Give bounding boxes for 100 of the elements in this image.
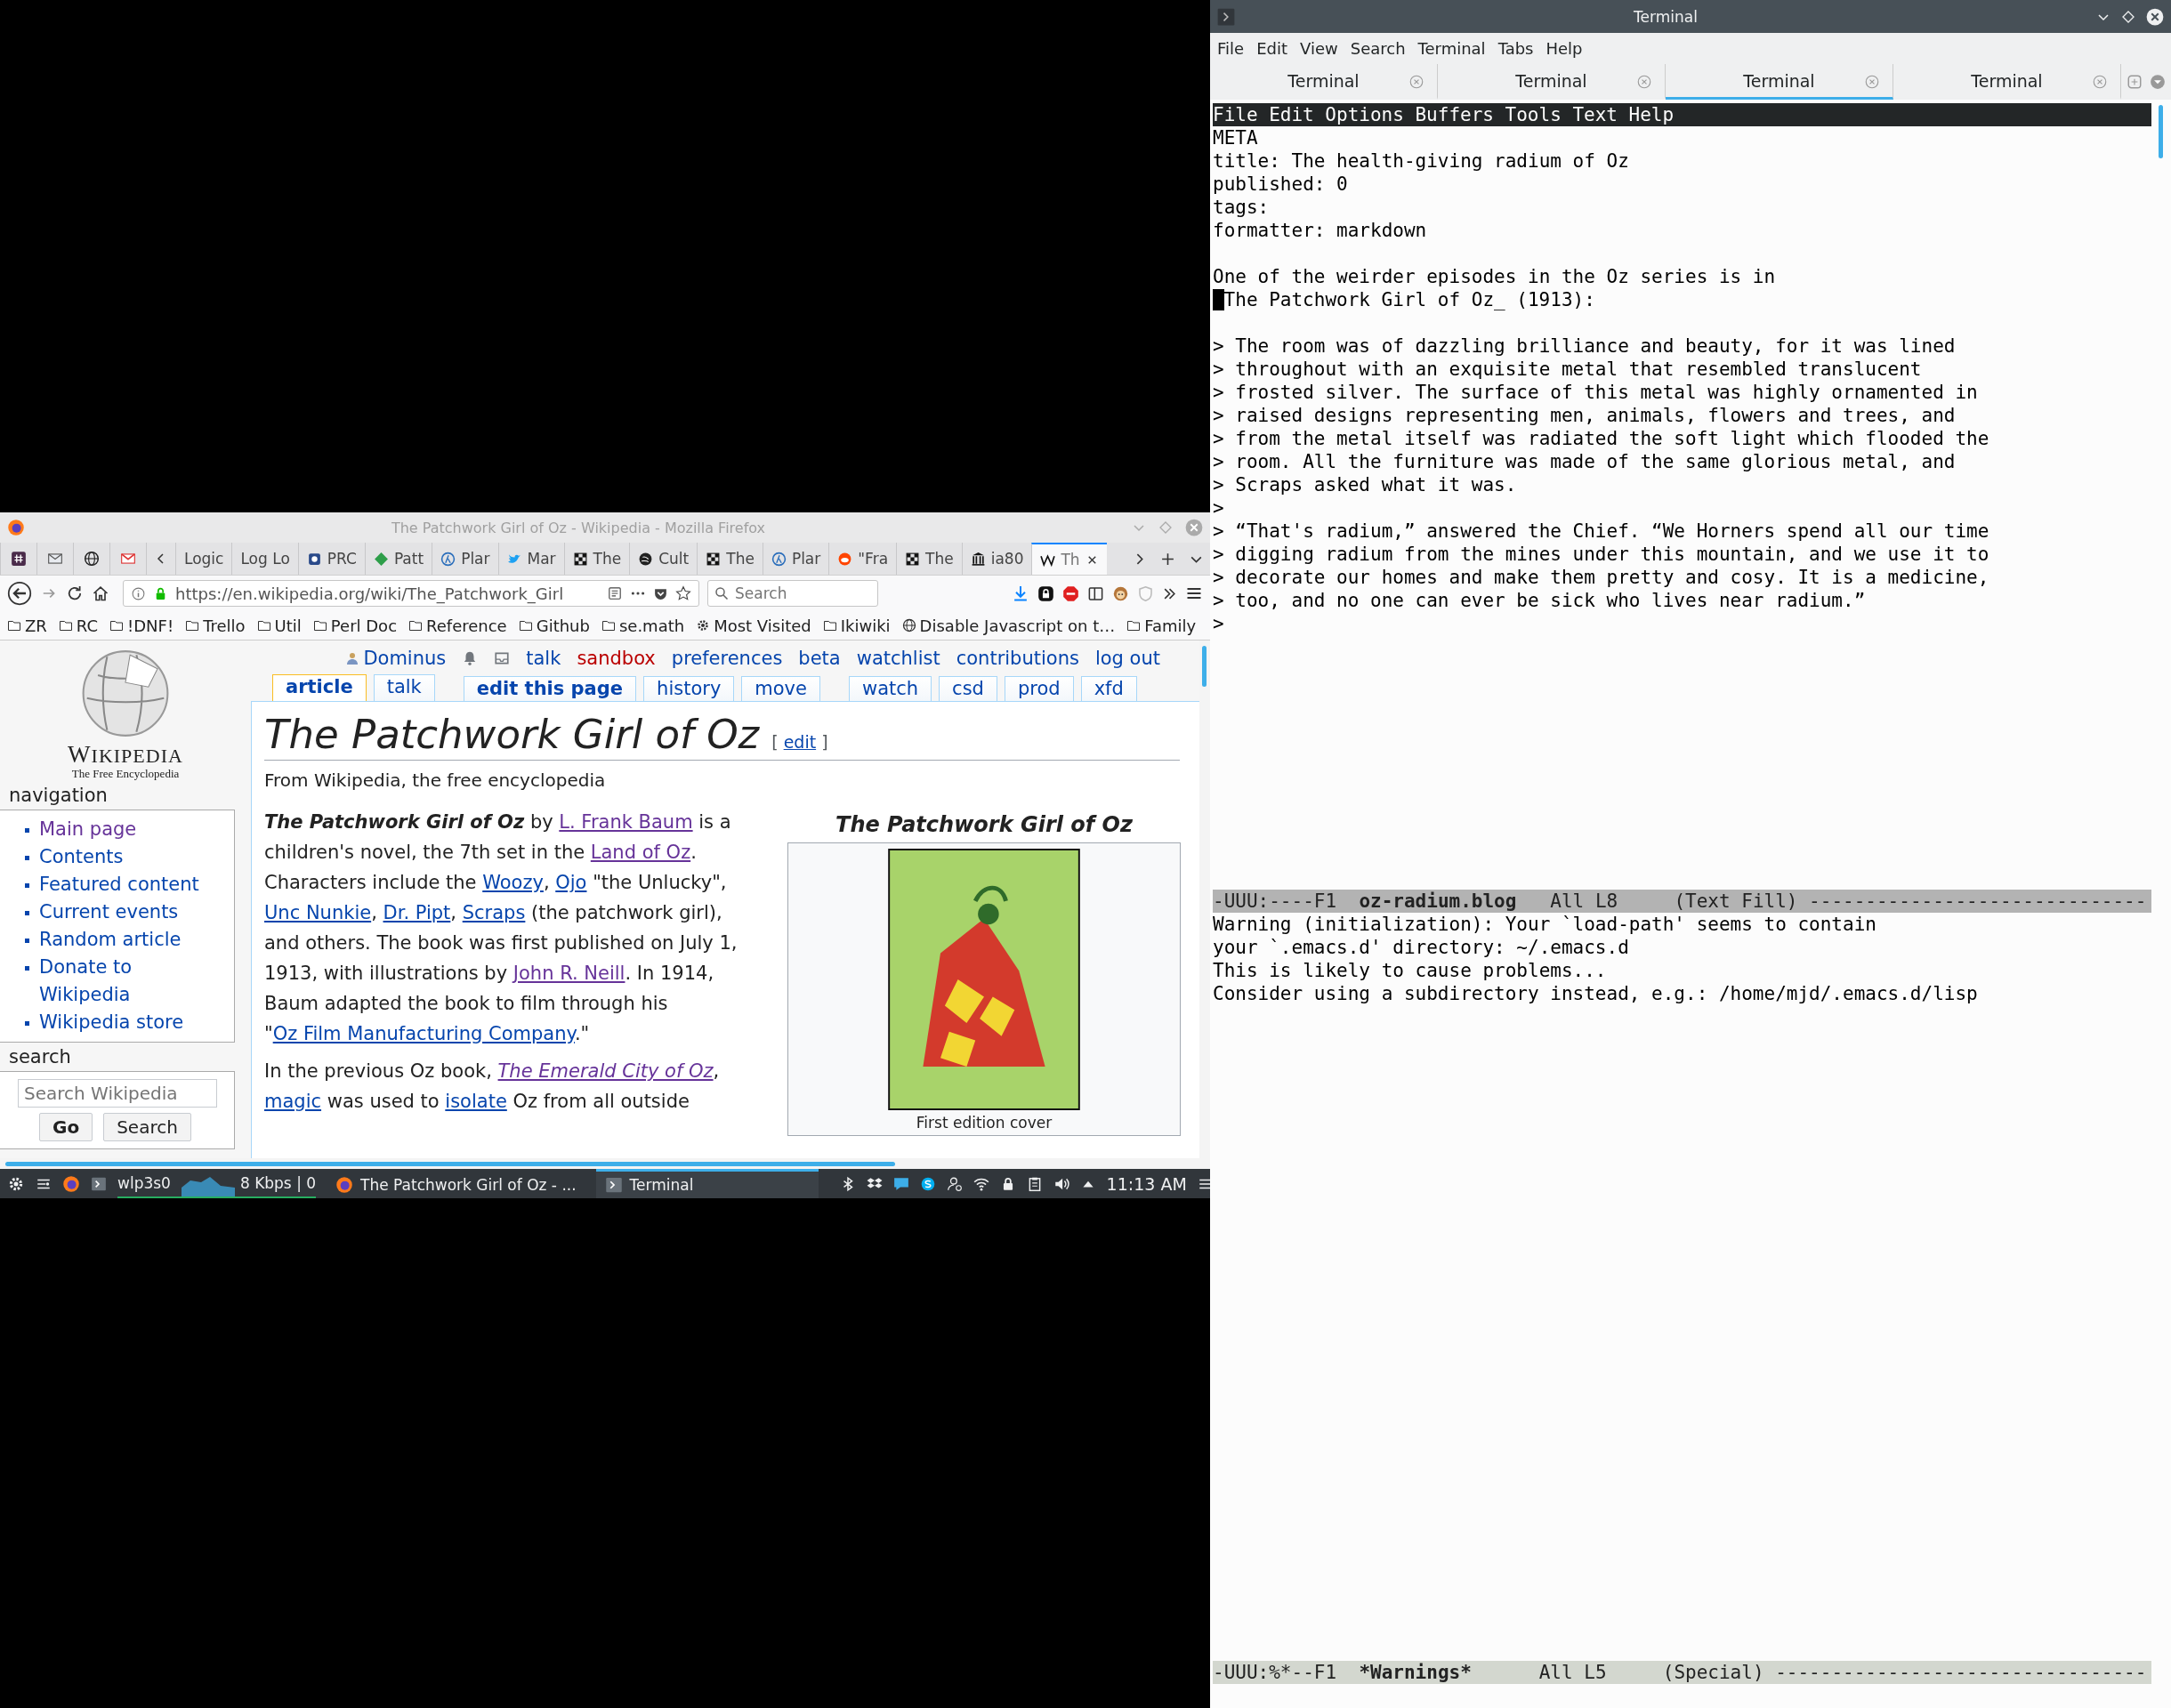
menu-item[interactable]: Help [1628,103,1675,126]
link[interactable]: sandbox [577,648,656,669]
edit-bracket: [ [771,732,779,752]
link[interactable]: The Emerald City of Oz [497,1060,714,1082]
text-line: > Scraps asked what it was. [1213,473,1518,496]
menu-item[interactable]: Buffers [1415,103,1494,126]
search-button[interactable]: Search [103,1113,191,1141]
link[interactable]: John R. Neill [512,963,625,984]
link[interactable]: magic [264,1091,322,1112]
go-button[interactable]: Go [39,1113,93,1141]
link[interactable]: isolate [445,1091,507,1112]
menu-item[interactable]: Tools [1505,103,1562,126]
page-subtitle: From Wikipedia, the free encyclopedia [264,769,607,791]
menu-item[interactable]: Help [1546,39,1583,58]
link[interactable]: Dr. Pipt [383,902,451,923]
page-tab[interactable]: talk [373,674,435,701]
link[interactable]: contributions [956,648,1079,669]
page-tab[interactable]: move [741,676,820,701]
paragraph: The Patchwork Girl of Oz by L. Frank Baum is a children's novel, the 7th set in the Land of Oz. Characters include the Woozy, Ojo "the Unlucky", Unc Nunkie, Dr. Pipt, Scraps (the patchwork girl), and others. The book was first published on July 1, 1913, with illustrations by John R. Neill. In 1914, Baum adapted the book to film through his "Oz Film Manufacturing Company." [264,810,738,1046]
page-tab[interactable]: watch [848,676,932,701]
clock[interactable]: 11:13 AM [1106,1173,1187,1194]
link[interactable]: Ojo [555,872,587,893]
bookmark[interactable]: Disable Javascript on t… [901,616,1116,635]
text-line: > frosted silver. The surface of this metal was highly ornamented in [1213,381,1979,404]
network-interface-label: wlp3s0 [117,1173,171,1192]
link[interactable]: Unc Nunkie [264,902,372,923]
text-line: Consider using a subdirectory instead, e.g.: /home/mjd/.emacs.d/lisp [1213,982,1979,1005]
link[interactable]: log out [1094,648,1160,669]
bookmark[interactable]: Ikiwiki [822,616,891,635]
text-line: This is likely to cause problems... [1213,959,1608,982]
text-line: > too, and no one can ever be sick who lives near radium.” [1213,589,1867,612]
menu-item[interactable]: View [1300,39,1338,58]
edit-bracket: ] [821,732,828,752]
menu-item[interactable]: Edit [1256,39,1287,58]
bookmark[interactable]: Most Visited [696,616,811,635]
bookmark[interactable]: Trello [185,616,246,635]
link[interactable]: preferences [671,648,783,669]
page-tab[interactable]: csd [939,676,997,701]
menu-item[interactable]: Search [1350,39,1406,58]
link[interactable]: Scraps [462,902,526,923]
sidebar-link[interactable]: Main page [9,816,137,843]
page-tab[interactable]: prod [1004,676,1074,701]
taskbar-task[interactable]: Terminal [595,1169,819,1198]
text-line: > decorate our homes and make them pretty and cosy. It is a medicine, [1213,566,1990,589]
bookmark[interactable]: ZR [7,616,47,635]
page-tab[interactable]: edit this page [463,676,637,701]
search-field[interactable]: Search Wikipedia [18,1079,217,1108]
menu-item[interactable]: File [1213,103,1258,126]
sidebar-link[interactable]: Random article [9,926,182,954]
bookmark[interactable]: Reference [408,616,507,635]
menu-item[interactable]: Edit [1269,103,1314,126]
bookmark[interactable]: Perl Doc [312,616,398,635]
link[interactable]: Land of Oz [590,842,691,863]
text-line: One of the weirder episodes in the Oz series is in [1213,265,1777,288]
link[interactable]: L. Frank Baum [559,811,693,833]
text-line: > The room was of dazzling brilliance and beauty, for it was lined [1213,334,1957,358]
text-line: > from the metal itself was radiated the soft light which flooded the [1213,427,1990,450]
bookmark[interactable]: !DNF! [109,616,174,635]
paragraph: In the previous Oz book, The Emerald City of Oz, magic was used to isolate Oz from all outside [264,1059,721,1114]
text-line: Warning (initialization): Your `load-path' seems to contain [1213,913,1877,936]
edit-link[interactable]: edit [783,732,817,752]
menu-item[interactable]: Text [1572,103,1618,126]
wordmark: WIKIPEDIA [68,743,183,767]
bookmark[interactable]: Github [518,616,590,635]
menu-item[interactable]: Tabs [1497,39,1534,58]
text-line: > [1213,612,1225,635]
text-line: > [1213,496,1225,520]
text-line: > “That's radium,” answered the Chief. “We Horners spend all our time [1213,520,1990,543]
link[interactable]: beta [798,648,841,669]
bookmark[interactable]: Util [256,616,302,635]
menu-item[interactable]: Options [1325,103,1404,126]
user-link[interactable]: Dominus [363,648,447,669]
menu-item[interactable]: File [1217,39,1245,58]
sidebar-link[interactable]: Current events [9,898,179,926]
link[interactable]: Oz Film Manufacturing Company [272,1023,575,1044]
page-tab[interactable]: history [643,676,735,701]
bookmark[interactable]: Family [1126,616,1197,635]
address-field[interactable]: https://en.wikipedia.org/wiki/The_Patchwork_Girl [123,580,699,607]
bookmark[interactable]: RC [58,616,99,635]
browser-tab[interactable]: Th [1031,543,1107,575]
bookmark[interactable]: se.math [601,616,685,635]
text-line: formatter: markdown [1213,219,1428,242]
sidebar-link[interactable]: Featured content [9,871,199,898]
text-line: > digging radium from the mines under this mountain, and we use it to [1213,543,1990,566]
image-caption: First edition cover [916,1114,1053,1132]
text-line: The Patchwork Girl of Oz_ (1913): [1213,288,2151,311]
page-tab[interactable]: xfd [1080,676,1137,701]
menu-item[interactable]: Terminal [1417,39,1486,58]
sidebar-link[interactable]: Contents [9,843,124,871]
sidebar-link[interactable]: Wikipedia store [9,1009,184,1036]
page-tab[interactable]: article [272,674,367,701]
link[interactable]: watchlist [856,648,940,669]
link[interactable]: talk [526,648,561,669]
link[interactable]: Woozy [482,872,544,893]
taskbar-task[interactable]: The Patchwork Girl of Oz - ... [327,1169,585,1198]
text-line: tags: [1213,196,1271,219]
search-field[interactable]: Search [707,580,878,607]
text-line: > throughout with an exquisite metal that resembled translucent [1213,358,1923,381]
network-rate: 8 Kbps | 0 [239,1173,317,1192]
sidebar-link[interactable]: Donate to Wikipedia [9,954,227,1009]
